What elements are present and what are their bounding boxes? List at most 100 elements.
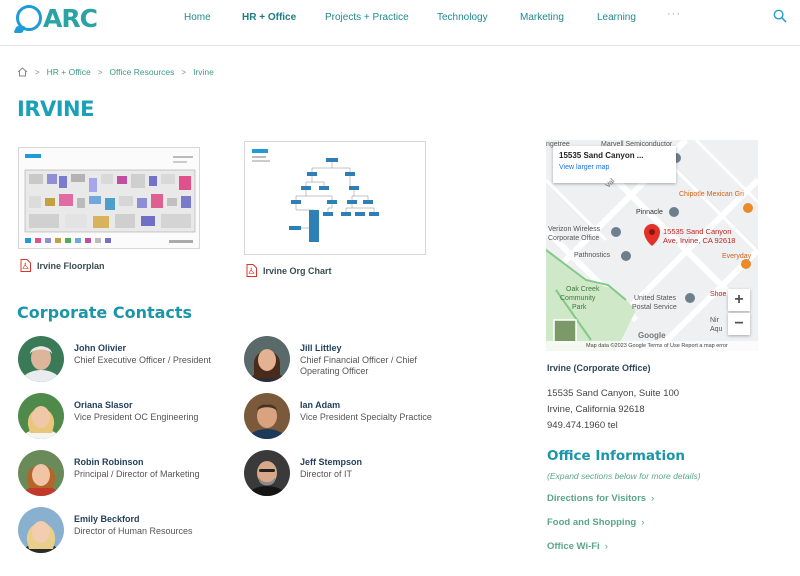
map-label: Pathnostics <box>574 252 611 259</box>
nav-hr-office[interactable]: HR + Office <box>242 11 296 25</box>
contact-name: Jeff Stempson <box>300 457 363 467</box>
chevron-right-icon: › <box>641 517 645 528</box>
nav-learning[interactable]: Learning <box>597 11 636 25</box>
map-info-address: 15535 Sand Canyon ... <box>559 151 644 160</box>
breadcrumb-separator: > <box>181 67 187 77</box>
map-label: Pinnacle <box>636 209 663 216</box>
directions-for-visitors-link[interactable]: Directions for Visitors › <box>547 493 654 504</box>
map-label: Verizon Wireless <box>548 226 601 233</box>
breadcrumb-separator: > <box>97 67 103 77</box>
office-address-line-1: 15535 Sand Canyon, Suite 100 <box>547 388 680 399</box>
breadcrumb-office-resources[interactable]: Office Resources <box>109 67 174 77</box>
contact-role: Vice President OC Engineering <box>74 412 199 422</box>
map-zoom-in-button[interactable]: + <box>728 289 750 311</box>
map-zoom-out-button[interactable]: − <box>728 313 750 335</box>
corporate-contacts-title: Corporate Contacts <box>17 303 193 322</box>
chevron-right-icon: › <box>651 493 655 504</box>
directions-label: Directions for Visitors <box>547 493 647 504</box>
breadcrumb: > HR + Office > Office Resources > Irvin… <box>17 66 214 78</box>
view-larger-map-link[interactable]: View larger map <box>559 164 670 171</box>
contact-card: Emily Beckford Director of Human Resourc… <box>18 507 234 553</box>
office-phone[interactable]: 949.474.1960 tel <box>547 420 618 431</box>
office-wifi-link[interactable]: Office Wi-Fi › <box>547 541 608 552</box>
map-label: Aqu <box>710 326 723 333</box>
contact-card: Oriana Slasor Vice President OC Engineer… <box>18 393 234 439</box>
contact-name: Jill Littley <box>300 343 342 353</box>
nav-marketing[interactable]: Marketing <box>520 11 564 25</box>
map-label: Postal Service <box>632 304 677 311</box>
logo-ring-icon <box>16 5 42 31</box>
floorplan-label: Irvine Floorplan <box>37 260 105 271</box>
contact-name: Robin Robinson <box>74 457 144 467</box>
map-label: United States <box>634 295 677 302</box>
contact-card: John Olivier Chief Executive Officer / P… <box>18 336 234 382</box>
contact-role: Director of IT <box>300 469 353 479</box>
map-label: Nir <box>710 317 719 324</box>
office-info-hint: (Expand sections below for more details) <box>547 471 701 481</box>
map-label: Chipotle Mexican Gri <box>679 191 744 198</box>
floorplan-thumbnail[interactable] <box>18 147 200 249</box>
contact-role: Chief Financial Officer / Chief Operatin… <box>300 355 417 376</box>
map-pin-label: Ave, Irvine, CA 92618 <box>663 236 736 245</box>
home-icon[interactable] <box>17 67 28 77</box>
breadcrumb-irvine: Irvine <box>193 67 214 77</box>
map-label: Everyday <box>722 253 752 260</box>
contact-role: Director of Human Resources <box>74 526 193 536</box>
food-and-shopping-link[interactable]: Food and Shopping › <box>547 517 644 528</box>
site-header: ARC Home HR + Office Projects + Practice… <box>0 0 800 46</box>
nav-projects-practice[interactable]: Projects + Practice <box>325 11 409 25</box>
office-wifi-label: Office Wi-Fi <box>547 541 600 552</box>
contact-name: John Olivier <box>74 343 127 353</box>
google-map[interactable]: 15535 Sand Canyon ... View larger map Ma… <box>546 140 758 351</box>
office-information-title: Office Information <box>547 448 685 464</box>
office-heading: Irvine (Corporate Office) <box>547 363 651 373</box>
nav-more-button[interactable]: ··· <box>667 8 681 20</box>
map-label: Marvell Semiconductor <box>601 141 673 148</box>
avatar <box>18 336 64 382</box>
avatar <box>18 507 64 553</box>
floorplan-link[interactable]: Irvine Floorplan <box>20 259 105 272</box>
map-pin-label: 15535 Sand Canyon <box>663 227 732 236</box>
contact-card: Jill Littley Chief Financial Officer / C… <box>244 336 450 382</box>
org-chart-image <box>245 142 425 254</box>
breadcrumb-hr-office[interactable]: HR + Office <box>47 67 91 77</box>
map-label: Park <box>572 304 587 311</box>
search-icon[interactable] <box>773 9 787 23</box>
breadcrumb-separator: > <box>35 67 40 77</box>
contact-name: Oriana Slasor <box>74 400 133 410</box>
avatar <box>244 450 290 496</box>
map-label: Oak Creek <box>566 286 600 293</box>
contact-role: Chief Executive Officer / President <box>74 355 211 365</box>
avatar <box>244 393 290 439</box>
pdf-icon <box>20 259 31 272</box>
contact-role: Principal / Director of Marketing <box>74 469 200 479</box>
office-heading-text: Irvine (Corporate Office) <box>547 363 651 373</box>
org-chart-label: Irvine Org Chart <box>263 265 332 276</box>
avatar <box>244 336 290 382</box>
office-address-line-2: Irvine, California 92618 <box>547 404 645 415</box>
contact-role: Vice President Specialty Practice <box>300 412 432 422</box>
map-label: Corporate Office <box>548 235 600 242</box>
arc-logo[interactable]: ARC <box>16 3 98 33</box>
contact-card: Jeff Stempson Director of IT <box>244 450 460 496</box>
contact-card: Ian Adam Vice President Specialty Practi… <box>244 393 470 439</box>
pdf-icon <box>246 264 257 277</box>
nav-home[interactable]: Home <box>184 11 211 25</box>
page-title: IRVINE <box>17 97 94 121</box>
chevron-right-icon: › <box>604 541 608 552</box>
map-footer[interactable]: Map data ©2023 Google Terms of Use Repor… <box>546 341 758 351</box>
food-shopping-label: Food and Shopping <box>547 517 637 528</box>
map-info-card: 15535 Sand Canyon ... View larger map <box>553 146 676 183</box>
nav-technology[interactable]: Technology <box>437 11 488 25</box>
contact-card: Robin Robinson Principal / Director of M… <box>18 450 234 496</box>
logo-text: ARC <box>43 3 98 33</box>
org-chart-link[interactable]: Irvine Org Chart <box>246 264 332 277</box>
map-label: Community <box>560 295 596 302</box>
avatar <box>18 393 64 439</box>
floorplan-image <box>19 148 199 248</box>
org-chart-thumbnail[interactable] <box>244 141 426 255</box>
map-label: Shoe <box>710 291 727 298</box>
contact-name: Emily Beckford <box>74 514 140 524</box>
avatar <box>18 450 64 496</box>
map-label: ngetree <box>546 141 570 148</box>
